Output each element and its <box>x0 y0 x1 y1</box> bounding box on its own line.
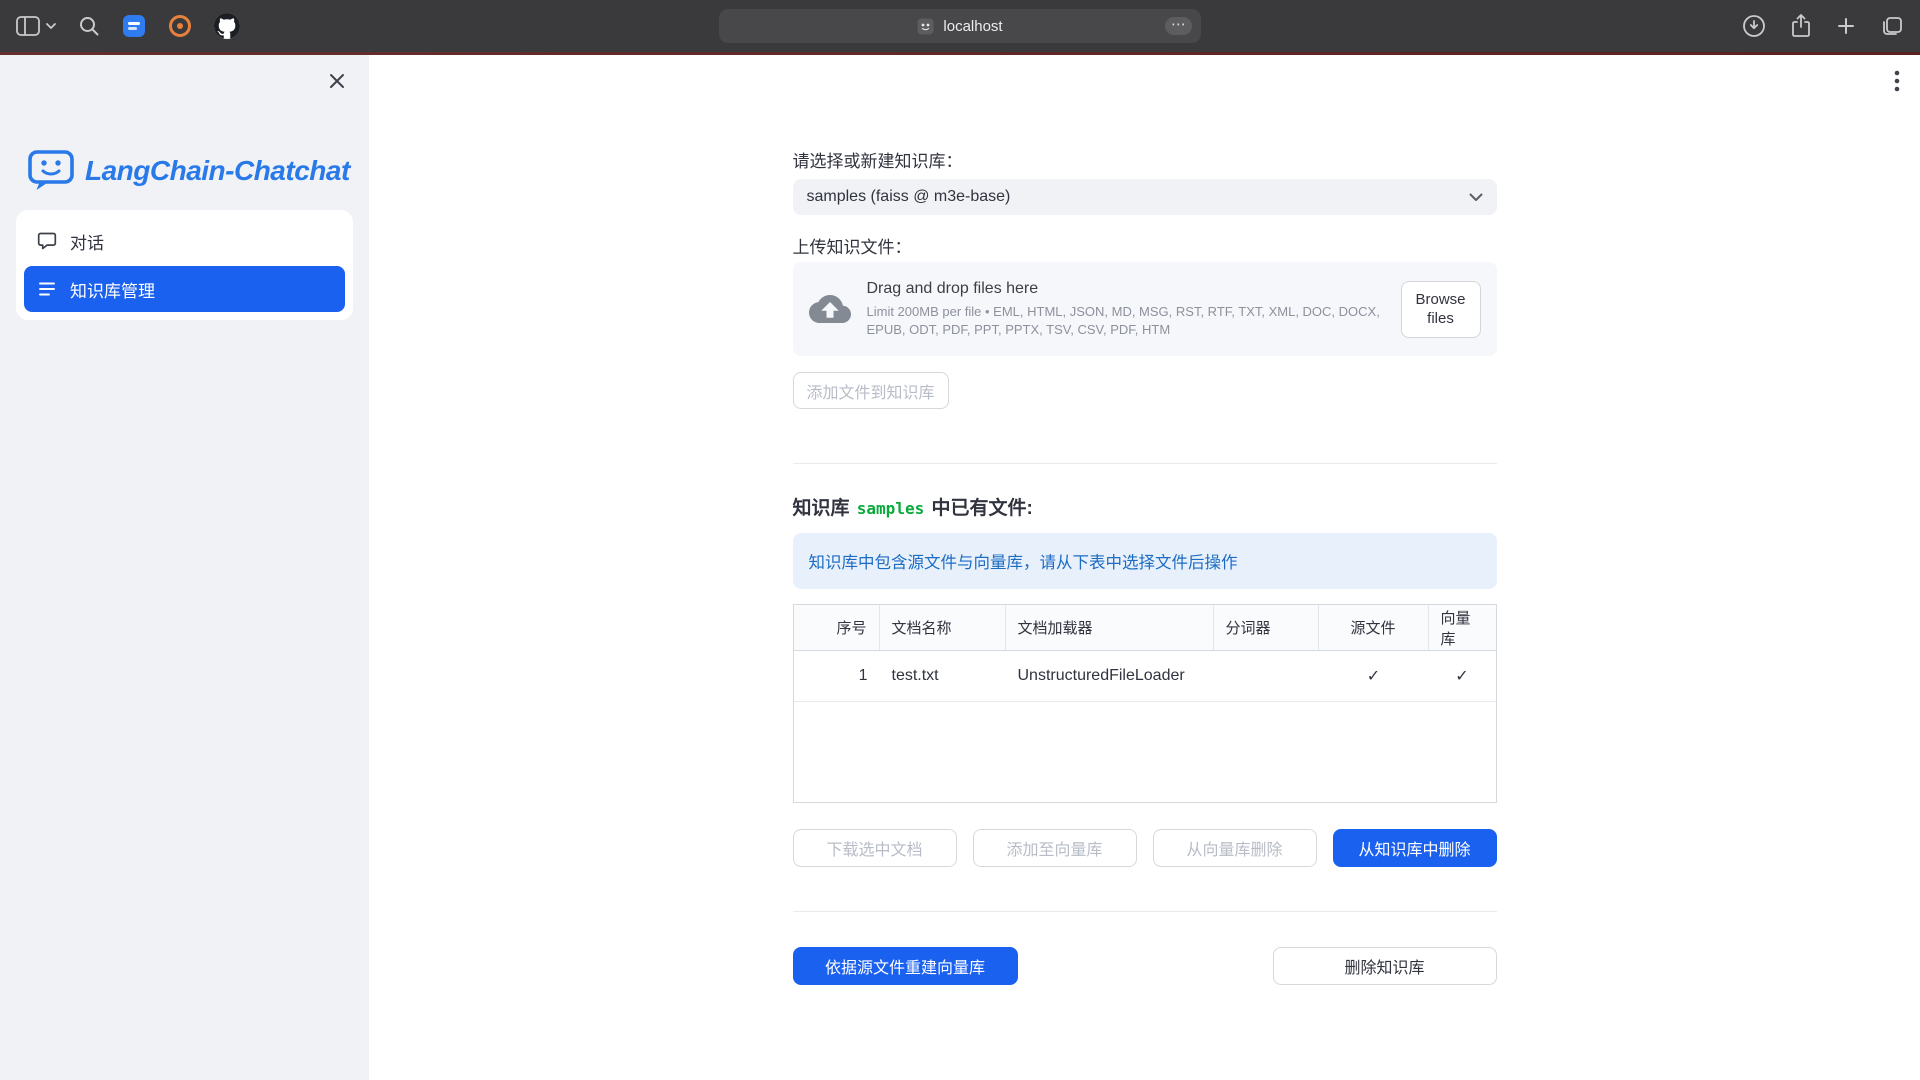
url-text: localhost <box>943 18 1002 35</box>
info-banner: 知识库中包含源文件与向量库，请从下表中选择文件后操作 <box>793 533 1497 589</box>
browser-toolbar: localhost ⋯ <box>0 0 1920 52</box>
kb-name-code: samples <box>855 499 926 518</box>
add-to-vector-button[interactable]: 添加至向量库 <box>973 829 1137 867</box>
site-favicon <box>917 18 934 35</box>
chat-bubble-icon <box>37 231 57 251</box>
overflow-menu-icon[interactable] <box>1894 69 1900 96</box>
download-selected-button[interactable]: 下载选中文档 <box>793 829 957 867</box>
url-bar[interactable]: localhost ⋯ <box>719 9 1201 43</box>
upload-label: 上传知识文件： <box>793 237 1497 258</box>
cell-splitter <box>1214 651 1319 701</box>
table-header-row: 序号 文档名称 文档加载器 分词器 源文件 向量库 <box>794 605 1496 651</box>
share-icon[interactable] <box>1790 13 1812 39</box>
column-header[interactable]: 向量库 <box>1429 605 1496 650</box>
kb-selected-value: samples (faiss @ m3e-base) <box>807 188 1011 206</box>
column-header[interactable]: 文档加载器 <box>1006 605 1214 650</box>
app-logo: LangChain-Chatchat <box>28 149 369 193</box>
files-table: 序号 文档名称 文档加载器 分词器 源文件 向量库 1 test.txt Uns… <box>793 604 1497 803</box>
column-header[interactable]: 序号 <box>794 605 880 650</box>
sidebar-toggle-icon[interactable] <box>16 16 40 36</box>
page-settings-icon[interactable]: ⋯ <box>1165 17 1192 35</box>
chevron-down-icon <box>1469 193 1483 202</box>
file-dropzone[interactable]: Drag and drop files here Limit 200MB per… <box>793 262 1497 356</box>
search-icon[interactable] <box>78 15 100 37</box>
cell-source-check: ✓ <box>1319 651 1429 701</box>
rebuild-vector-store-button[interactable]: 依据源文件重建向量库 <box>793 947 1018 985</box>
kb-files-heading: 知识库 samples 中已有文件: <box>793 493 1497 520</box>
divider <box>793 463 1497 464</box>
divider <box>793 911 1497 912</box>
remove-from-vector-button[interactable]: 从向量库删除 <box>1153 829 1317 867</box>
cell-serial: 1 <box>794 651 880 701</box>
close-icon[interactable] <box>327 71 347 94</box>
heading-suffix: 中已有文件: <box>926 498 1033 519</box>
table-row[interactable]: 1 test.txt UnstructuredFileLoader ✓ ✓ <box>794 651 1496 702</box>
cell-vector-check: ✓ <box>1429 651 1496 701</box>
dropzone-text: Drag and drop files here Limit 200MB per… <box>867 280 1385 339</box>
sidebar-item-label: 知识库管理 <box>70 277 155 302</box>
kb-actions: 依据源文件重建向量库 删除知识库 <box>793 947 1497 985</box>
sidebar-item-knowledge-base[interactable]: 知识库管理 <box>24 266 345 312</box>
logo-text: LangChain-Chatchat <box>85 155 350 187</box>
sidebar-item-label: 对话 <box>70 229 104 254</box>
sidebar-menu: 对话 知识库管理 <box>16 210 353 320</box>
table-empty-area <box>794 702 1496 802</box>
github-icon[interactable] <box>214 13 240 39</box>
new-tab-icon[interactable] <box>1836 16 1856 36</box>
main-area: 请选择或新建知识库： samples (faiss @ m3e-base) 上传… <box>369 55 1920 1080</box>
extension-orange-icon[interactable] <box>168 14 192 38</box>
dropzone-limit: Limit 200MB per file • EML, HTML, JSON, … <box>867 303 1385 339</box>
sidebar: LangChain-Chatchat 对话 知识库管理 <box>0 55 369 1080</box>
content-column: 请选择或新建知识库： samples (faiss @ m3e-base) 上传… <box>793 55 1497 985</box>
page-decoration-bar <box>0 52 1920 55</box>
cell-filename: test.txt <box>880 651 1006 701</box>
browse-files-button[interactable]: Browse files <box>1401 281 1481 338</box>
column-header[interactable]: 文档名称 <box>880 605 1006 650</box>
extension-blue-icon[interactable] <box>122 14 146 38</box>
kb-select-label: 请选择或新建知识库： <box>793 151 1497 172</box>
upload-cloud-icon <box>809 288 851 330</box>
logo-icon <box>28 149 74 193</box>
column-header[interactable]: 分词器 <box>1214 605 1319 650</box>
file-actions: 下载选中文档 添加至向量库 从向量库删除 从知识库中删除 <box>793 829 1497 867</box>
heading-prefix: 知识库 <box>793 498 855 519</box>
knowledge-base-icon <box>37 279 57 299</box>
sidebar-item-dialogue[interactable]: 对话 <box>24 218 345 264</box>
column-header[interactable]: 源文件 <box>1319 605 1429 650</box>
kb-selectbox[interactable]: samples (faiss @ m3e-base) <box>793 179 1497 215</box>
app-page: LangChain-Chatchat 对话 知识库管理 请选择或新建知识库： <box>0 55 1920 1080</box>
delete-from-kb-button[interactable]: 从知识库中删除 <box>1333 829 1497 867</box>
tab-overview-icon[interactable] <box>1880 15 1904 37</box>
cell-loader: UnstructuredFileLoader <box>1006 651 1214 701</box>
dropzone-title: Drag and drop files here <box>867 280 1385 298</box>
chevron-down-icon[interactable] <box>46 23 56 30</box>
delete-kb-button[interactable]: 删除知识库 <box>1273 947 1497 985</box>
downloads-icon[interactable] <box>1742 14 1766 38</box>
add-to-kb-button[interactable]: 添加文件到知识库 <box>793 372 949 409</box>
